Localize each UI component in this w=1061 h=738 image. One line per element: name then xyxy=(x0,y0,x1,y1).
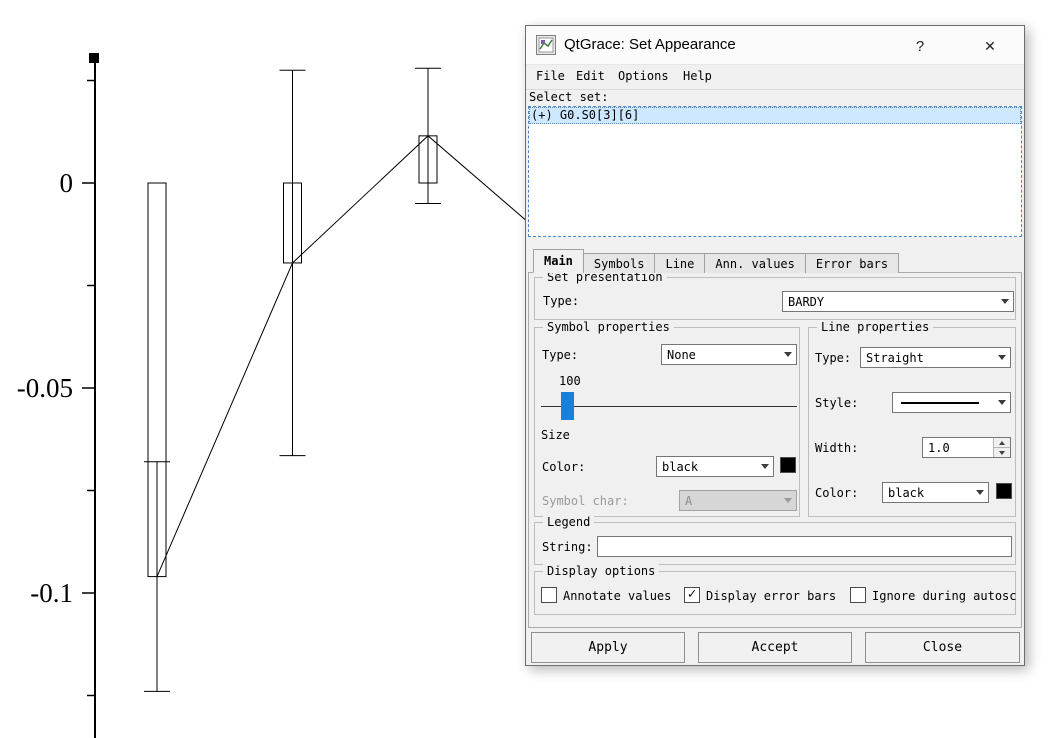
symbol-type-dropdown[interactable]: None xyxy=(661,344,797,365)
spin-up-icon[interactable] xyxy=(994,438,1010,448)
dropdown-value: black xyxy=(662,459,699,474)
dropdown-value: A xyxy=(685,493,693,508)
accept-button[interactable]: Accept xyxy=(698,632,852,663)
dropdown-value: black xyxy=(888,485,925,500)
dialog-title: QtGrace: Set Appearance xyxy=(564,36,736,53)
chevron-down-icon xyxy=(780,491,796,510)
line-color-label: Color: xyxy=(815,486,859,500)
chevron-down-icon xyxy=(994,393,1010,412)
svg-text:0: 0 xyxy=(60,168,74,198)
dropdown-value: Straight xyxy=(866,350,924,365)
symbol-color-label: Color: xyxy=(542,460,586,474)
display-error-bars-label[interactable]: Display error bars xyxy=(706,589,836,603)
ignore-autoscale-label[interactable]: Ignore during autosc xyxy=(872,589,1017,603)
line-style-dropdown[interactable] xyxy=(892,392,1011,413)
legend-group: Legend String: xyxy=(534,515,1016,565)
menu-options[interactable]: Options xyxy=(618,69,669,83)
tab-symbols[interactable]: Symbols xyxy=(582,253,656,273)
menu-help[interactable]: Help xyxy=(683,69,712,83)
chevron-down-icon xyxy=(994,348,1010,367)
presentation-type-label: Type: xyxy=(543,294,580,308)
symbol-char-label: Symbol char: xyxy=(542,494,629,508)
close-button[interactable]: Close xyxy=(865,632,1020,663)
apply-button[interactable]: Apply xyxy=(531,632,685,663)
line-color-swatch xyxy=(996,483,1012,499)
symbol-color-swatch xyxy=(780,457,796,473)
group-title: Symbol properties xyxy=(543,320,674,334)
group-title: Display options xyxy=(543,564,660,578)
help-button[interactable]: ? xyxy=(904,33,936,59)
symbol-color-dropdown[interactable]: black xyxy=(656,456,774,477)
group-title: Legend xyxy=(543,515,595,529)
dialog-titlebar[interactable]: QtGrace: Set Appearance ? ✕ xyxy=(526,26,1024,65)
annotate-values-checkbox[interactable] xyxy=(541,587,557,603)
symbol-size-slider[interactable] xyxy=(541,390,797,424)
set-list-item[interactable]: (+) G0.S0[3][6] xyxy=(529,107,1021,124)
chevron-down-icon xyxy=(997,292,1013,311)
annotate-values-label[interactable]: Annotate values xyxy=(563,589,671,603)
symbol-char-dropdown: A xyxy=(679,490,797,511)
dropdown-value: None xyxy=(667,347,696,362)
menu-edit[interactable]: Edit xyxy=(576,69,605,83)
line-color-dropdown[interactable]: black xyxy=(882,482,989,503)
tab-ann-values[interactable]: Ann. values xyxy=(704,253,806,273)
tab-error-bars[interactable]: Error bars xyxy=(804,253,900,273)
chevron-down-icon xyxy=(757,457,773,476)
symbol-size-label: Size xyxy=(541,428,570,442)
group-title: Line properties xyxy=(817,320,934,334)
tab-bar: Main Symbols Line Ann. values Error bars xyxy=(533,249,900,273)
app-icon xyxy=(536,35,556,55)
dropdown-value: BARDY xyxy=(788,294,825,309)
select-set-label: Select set: xyxy=(529,90,609,104)
close-icon[interactable]: ✕ xyxy=(974,33,1006,59)
solid-line-icon xyxy=(901,401,979,404)
chevron-down-icon xyxy=(972,483,988,502)
symbol-size-value: 100 xyxy=(559,374,581,388)
line-width-label: Width: xyxy=(815,441,859,455)
symbol-type-label: Type: xyxy=(542,348,579,362)
svg-text:-0.05: -0.05 xyxy=(17,373,73,403)
set-list[interactable]: (+) G0.S0[3][6] xyxy=(528,106,1022,237)
spinbox-value[interactable]: 1.0 xyxy=(923,438,993,457)
line-type-dropdown[interactable]: Straight xyxy=(860,347,1011,368)
presentation-type-dropdown[interactable]: BARDY xyxy=(782,291,1014,312)
line-width-spinbox[interactable]: 1.0 xyxy=(922,437,1011,458)
menu-file[interactable]: File xyxy=(536,69,565,83)
tab-main[interactable]: Main xyxy=(533,249,584,273)
symbol-properties-group: Symbol properties Type: None 100 Size Co… xyxy=(534,320,800,517)
ignore-autoscale-checkbox[interactable] xyxy=(850,587,866,603)
legend-string-label: String: xyxy=(542,540,593,554)
slider-handle[interactable] xyxy=(561,392,574,420)
legend-string-input[interactable] xyxy=(597,536,1012,557)
set-appearance-dialog: QtGrace: Set Appearance ? ✕ File Edit Op… xyxy=(525,25,1025,666)
line-style-label: Style: xyxy=(815,396,859,410)
svg-text:-0.1: -0.1 xyxy=(30,578,73,608)
set-presentation-group: Set presentation Type: BARDY xyxy=(534,270,1016,320)
display-error-bars-checkbox[interactable]: ✓ xyxy=(684,587,700,603)
display-options-group: Display options Annotate values ✓ Displa… xyxy=(534,564,1017,615)
spin-buttons xyxy=(993,438,1010,457)
spin-down-icon[interactable] xyxy=(994,448,1010,457)
slider-track[interactable] xyxy=(541,406,797,407)
line-properties-group: Line properties Type: Straight Style: Wi… xyxy=(808,320,1016,517)
menu-bar: File Edit Options Help xyxy=(526,64,1024,90)
line-type-label: Type: xyxy=(815,351,852,365)
tab-line[interactable]: Line xyxy=(654,253,706,273)
chevron-down-icon xyxy=(780,345,796,364)
